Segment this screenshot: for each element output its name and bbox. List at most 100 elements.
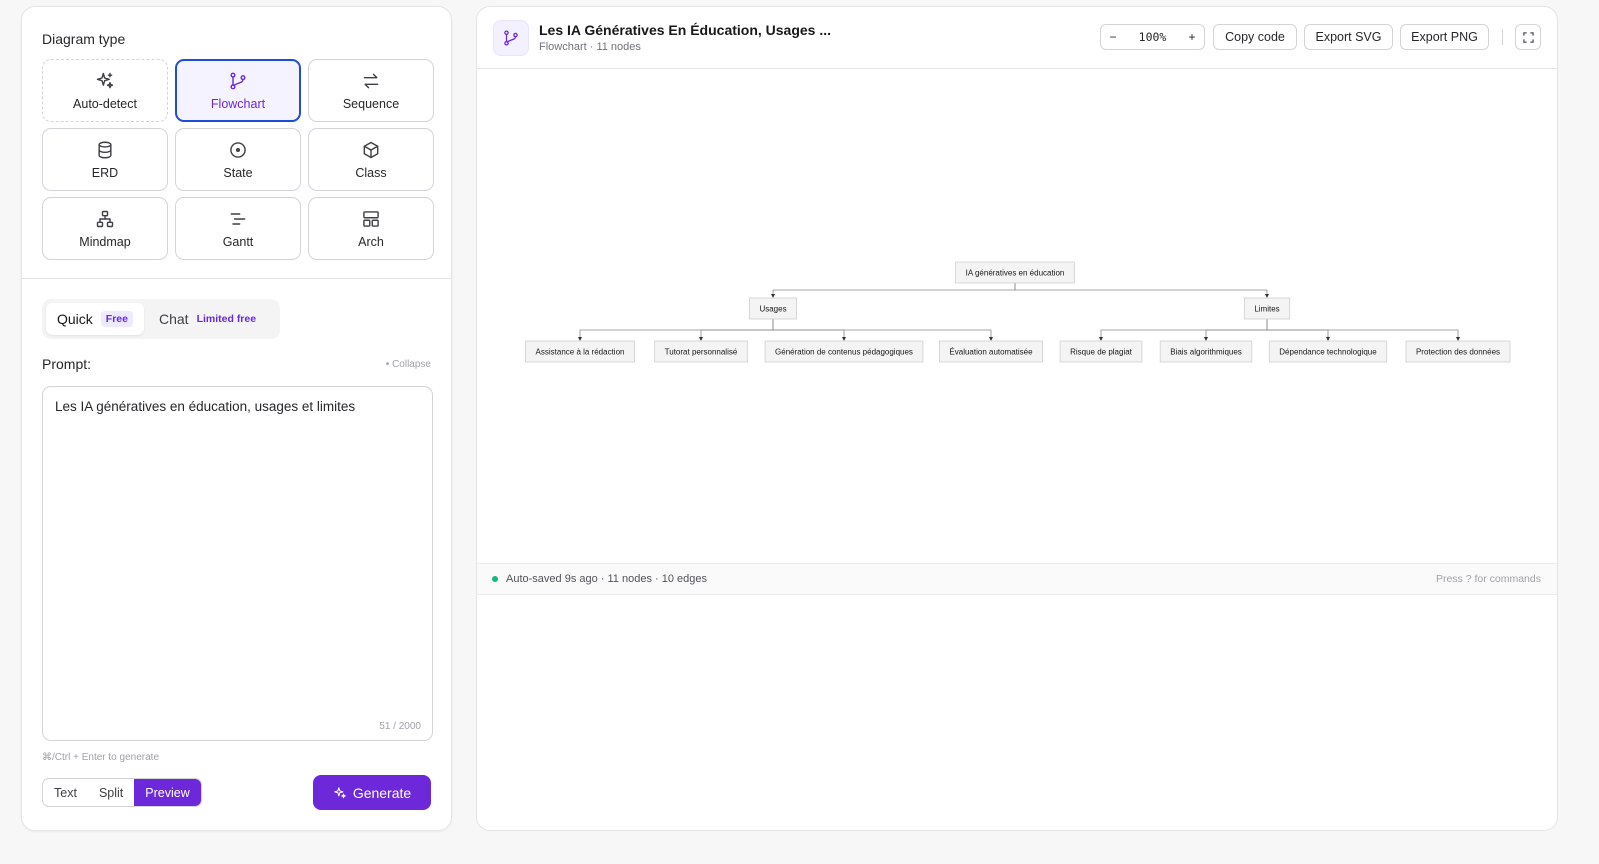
branch-node-label: Limites [1254, 305, 1279, 314]
flow-edge [772, 319, 845, 338]
leaf-node-label: Dépendance technologique [1279, 348, 1377, 357]
fullscreen-button[interactable] [1515, 24, 1541, 50]
generate-button[interactable]: Generate [313, 775, 431, 810]
leaf-node-label: Risque de plagiat [1070, 348, 1133, 357]
status-dot [492, 576, 498, 582]
circle-dot-icon [230, 141, 246, 158]
view-preview-button[interactable]: Preview [134, 779, 201, 806]
preview-header: Les IA Génératives En Éducation, Usages … [477, 7, 1557, 69]
edge-arrow [842, 337, 846, 341]
flow-edge [1266, 319, 1329, 338]
edge-arrow [1099, 337, 1103, 341]
export-png-button[interactable]: Export PNG [1400, 24, 1489, 50]
type-arch[interactable]: Arch [308, 197, 434, 260]
type-label: State [223, 165, 253, 180]
flow-edge [700, 319, 774, 338]
gantt-bars-icon [230, 212, 246, 225]
branch-node-label: Usages [759, 305, 786, 314]
divider [22, 278, 451, 279]
type-label: Flowchart [210, 96, 266, 111]
char-count: 51 / 2000 [379, 721, 421, 732]
collapse-link[interactable]: • Collapse [386, 359, 431, 370]
zoom-control: − 100% + [1100, 24, 1205, 50]
git-branch-icon [230, 72, 246, 89]
zoom-out-button[interactable]: − [1107, 30, 1119, 44]
leaf-node-label: Évaluation automatisée [949, 348, 1033, 357]
diagram-canvas[interactable]: IA génératives en éducation Usages Assista… [477, 69, 1557, 563]
edge-arrow [989, 337, 993, 341]
type-gantt[interactable]: Gantt [175, 197, 301, 260]
sparkles-icon [334, 786, 346, 798]
diagram-type-title: Diagram type [42, 31, 126, 47]
git-branch-icon [504, 30, 518, 46]
generate-label: Generate [352, 784, 412, 801]
leaf-node-label: Assistance à la rédaction [536, 348, 625, 357]
leaf-node-label: Génération de contenus pédagogiques [775, 348, 913, 357]
free-badge: Free [100, 311, 133, 327]
shortcut-hint: ⌘/Ctrl + Enter to generate [42, 752, 160, 763]
prompt-box: 51 / 2000 [42, 386, 433, 741]
type-mindmap[interactable]: Mindmap [42, 197, 168, 260]
flowchart-svg: IA génératives en éducation Usages Assista… [525, 261, 1511, 363]
diagram-type-grid: Auto-detect Flowchart Sequence ERD State… [42, 59, 434, 260]
type-flowchart[interactable]: Flowchart [175, 59, 301, 122]
type-auto-detect[interactable]: Auto-detect [42, 59, 168, 122]
edge-arrow [699, 337, 703, 341]
flow-edge [772, 283, 1016, 295]
flow-edge [1266, 319, 1459, 338]
header-separator [1502, 29, 1503, 45]
diagram-subtitle: Flowchart · 11 nodes [539, 41, 641, 53]
type-label: Mindmap [79, 234, 131, 249]
edge-arrow [771, 294, 775, 298]
leaf-node-label: Tutorat personnalisé [665, 348, 738, 357]
flow-edge [772, 319, 992, 338]
status-bar: Auto-saved 9s ago · 11 nodes · 10 edges … [477, 563, 1557, 595]
tab-chat[interactable]: Chat Limited free [148, 303, 267, 335]
zoom-in-button[interactable]: + [1186, 30, 1198, 44]
limited-free-badge: Limited free [196, 313, 257, 325]
type-label: Arch [358, 234, 384, 249]
flow-edge [1205, 319, 1268, 338]
flow-edge [1014, 283, 1268, 295]
prompt-label: Prompt: [42, 356, 92, 372]
arrows-swap-icon [363, 73, 379, 88]
tab-quick-label: Quick [57, 311, 93, 327]
status-text: Auto-saved 9s ago · 11 nodes · 10 edges [506, 573, 707, 585]
tab-quick[interactable]: Quick Free [46, 303, 144, 335]
edge-arrow [1204, 337, 1208, 341]
edge-arrow [1326, 337, 1330, 341]
copy-code-button[interactable]: Copy code [1213, 24, 1297, 50]
layout-grid-icon [363, 210, 379, 227]
type-erd[interactable]: ERD [42, 128, 168, 191]
view-text-button[interactable]: Text [43, 779, 88, 806]
flow-edge [1100, 319, 1268, 338]
diagram-icon [493, 20, 529, 56]
type-sequence[interactable]: Sequence [308, 59, 434, 122]
fullscreen-icon [1522, 31, 1534, 43]
left-panel: Diagram type Auto-detect Flowchart Seque… [21, 6, 452, 831]
type-state[interactable]: State [175, 128, 301, 191]
sparkles-icon [96, 72, 114, 88]
tab-chat-label: Chat [158, 311, 189, 327]
leaf-node-label: Biais algorithmiques [1170, 348, 1242, 357]
zoom-level: 100% [1138, 30, 1167, 44]
export-svg-button[interactable]: Export SVG [1304, 24, 1393, 50]
prompt-input[interactable] [55, 399, 415, 699]
status-hint: Press ? for commands [1435, 573, 1541, 585]
type-label: ERD [91, 165, 119, 180]
network-icon [96, 210, 114, 227]
edge-arrow [1456, 337, 1460, 341]
type-label: Gantt [222, 234, 254, 249]
flow-edge [579, 319, 774, 338]
type-label: Auto-detect [73, 96, 137, 111]
database-icon [98, 141, 112, 158]
root-node-label: IA génératives en éducation [966, 269, 1065, 278]
mode-tabs: Quick Free Chat Limited free [42, 299, 280, 339]
leaf-node-label: Protection des données [1416, 348, 1500, 357]
type-label: Class [355, 165, 387, 180]
view-split-button[interactable]: Split [88, 779, 134, 806]
preview-panel: Les IA Génératives En Éducation, Usages … [476, 6, 1558, 831]
type-class[interactable]: Class [308, 128, 434, 191]
diagram-title: Les IA Génératives En Éducation, Usages … [539, 22, 832, 38]
edge-arrow [578, 337, 582, 341]
